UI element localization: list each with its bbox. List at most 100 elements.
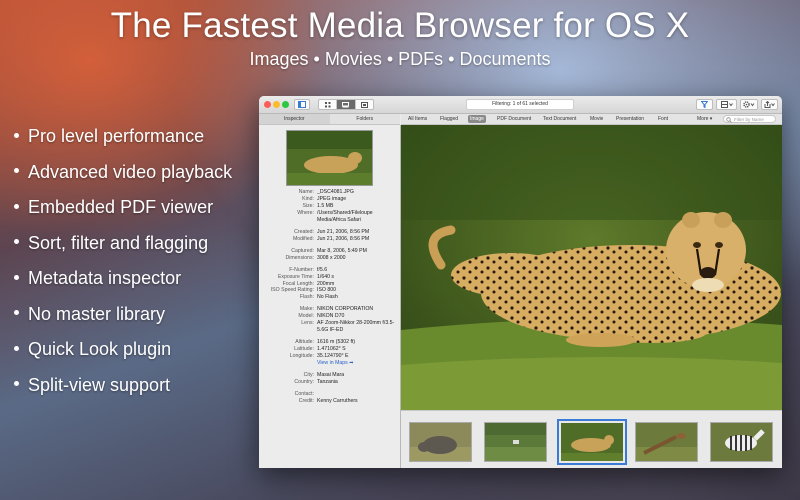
filter-button[interactable] — [696, 99, 713, 110]
filter-pdf-document[interactable]: PDF Document — [495, 115, 533, 123]
inspector-preview — [286, 130, 373, 186]
meta-row: Name: _DSC4081.JPG — [259, 189, 400, 196]
meta-lens: AF Zoom-Nikkor 28-200mm f/3.5-5.6G IF-ED — [317, 320, 395, 334]
meta-focal: 200mm — [317, 280, 335, 287]
search-placeholder: Filter by Name — [734, 117, 764, 122]
meta-row: Lens: AF Zoom-Nikkor 28-200mm f/3.5-5.6G … — [259, 320, 400, 334]
single-view-icon — [360, 101, 368, 108]
tab-folders[interactable]: Folders — [330, 114, 401, 124]
meta-flash: No Flash — [317, 294, 338, 301]
meta-row: Flash: No Flash — [259, 294, 400, 301]
meta-iso: ISO 800 — [317, 287, 337, 294]
feature-item: Sort, filter and flagging — [14, 231, 232, 267]
meta-model: NIKON D70 — [317, 313, 345, 320]
settings-button[interactable] — [740, 99, 758, 110]
filter-movie[interactable]: Movie — [588, 115, 605, 123]
app-window: Filtering: 1 of 61 selected Inspector Fo… — [259, 96, 782, 468]
status-field: Filtering: 1 of 61 selected — [466, 99, 574, 110]
meta-make: NIKON CORPORATION — [317, 306, 374, 313]
main-image-viewer[interactable] — [401, 125, 782, 410]
meta-row: Size: 1.5 MB — [259, 203, 400, 210]
meta-kind: JPEG image — [317, 195, 347, 202]
meta-country: Tanzania — [317, 378, 338, 385]
thumbnail-strip — [401, 410, 782, 468]
grid-view-icon — [324, 101, 331, 107]
gear-icon — [743, 101, 755, 108]
filter-search-field[interactable]: Filter by Name — [723, 115, 776, 123]
sidebar-toggle-icon — [298, 101, 306, 108]
meta-latitude: 1.471062° S — [317, 346, 346, 353]
filter-font[interactable]: Font — [656, 115, 670, 123]
filter-image[interactable]: Image — [468, 115, 486, 123]
meta-size: 1.5 MB — [317, 202, 334, 209]
meta-row: Contact: — [259, 391, 400, 398]
grid-view-button[interactable] — [319, 100, 338, 109]
filter-text-document[interactable]: Text Document — [541, 115, 578, 123]
thumbnail-item[interactable] — [635, 422, 698, 462]
meta-row: Country: Tanzania — [259, 379, 400, 386]
feature-item: No master library — [14, 302, 232, 338]
feature-item: Metadata inspector — [14, 266, 232, 302]
feature-list: Pro level performance Advanced video pla… — [14, 124, 232, 408]
giraffe-thumbnail — [636, 423, 697, 461]
cheetah-thumbnail — [561, 423, 623, 461]
meta-row: Created: Jun 21, 2006, 8:56 PM — [259, 229, 400, 236]
meta-created: Jun 21, 2006, 8:56 PM — [317, 228, 370, 235]
cheetah-preview-image — [287, 131, 372, 185]
bullet — [14, 274, 19, 280]
zoom-button[interactable] — [282, 101, 289, 108]
tab-inspector[interactable]: Inspector — [259, 114, 330, 124]
bullet — [14, 381, 19, 387]
meta-row: View in Maps ➡ — [259, 360, 400, 367]
meta-row: Credit: Kenny Carruthers — [259, 398, 400, 405]
more-filters-button[interactable]: More ▾ — [695, 115, 714, 123]
thumbnail-item-selected[interactable] — [557, 419, 627, 465]
view-in-maps-link[interactable]: View in Maps ➡ — [317, 360, 397, 367]
meta-exposure: 1/640 s — [317, 273, 335, 280]
meta-city: Masai Mara — [317, 372, 345, 379]
meta-row: Model: NIKON D70 — [259, 313, 400, 320]
cheetah-photo — [401, 125, 782, 410]
view-options-icon — [720, 101, 733, 108]
thumbnail-item[interactable] — [710, 422, 773, 462]
filter-funnel-icon — [701, 101, 708, 108]
filmstrip-view-button[interactable] — [337, 100, 356, 109]
share-button[interactable] — [761, 99, 778, 110]
meta-row: Dimensions: 3008 x 2000 — [259, 255, 400, 262]
minimize-button[interactable] — [273, 101, 280, 108]
thumbnail-item[interactable] — [409, 422, 472, 462]
filter-presentation[interactable]: Presentation — [614, 115, 646, 123]
meta-row: Captured: Mar 8, 2006, 5:49 PM — [259, 248, 400, 255]
view-mode-control[interactable] — [318, 99, 374, 110]
filter-flagged[interactable]: Flagged — [438, 115, 460, 123]
meta-row: Where:/Users/Shared/Fileloupe Media/Afri… — [259, 210, 400, 224]
filter-all-items[interactable]: All Items — [406, 115, 429, 123]
meta-row: Longitude: 35.124790° E — [259, 353, 400, 360]
meta-altitude: 1616 m (5302 ft) — [317, 339, 356, 346]
meta-row: Exposure Time: 1/640 s — [259, 274, 400, 281]
sidebar-toggle-button[interactable] — [294, 99, 310, 110]
filter-bar: All Items Flagged Image PDF Document Tex… — [401, 114, 782, 125]
single-view-button[interactable] — [356, 100, 373, 109]
meta-row: Modified: Jun 21, 2006, 8:56 PM — [259, 236, 400, 243]
view-options-button[interactable] — [716, 99, 737, 110]
bullet — [14, 239, 19, 245]
rhino-thumbnail — [410, 423, 471, 461]
bullet — [14, 310, 19, 316]
filmstrip-view-icon — [342, 101, 350, 107]
thumbnail-item[interactable] — [484, 422, 547, 462]
close-button[interactable] — [264, 101, 271, 108]
hero-title: The Fastest Media Browser for OS X — [110, 6, 690, 45]
search-icon — [726, 117, 732, 123]
feature-item: Pro level performance — [14, 124, 232, 160]
title-bar: Filtering: 1 of 61 selected — [259, 96, 782, 114]
meta-captured: Mar 8, 2006, 5:49 PM — [317, 247, 367, 254]
inspector-panel: Name: _DSC4081.JPG Kind: JPEG image Size: 1… — [259, 125, 401, 468]
meta-fnumber: f/5.6 — [317, 266, 328, 273]
meta-row: Make: NIKON CORPORATION — [259, 306, 400, 313]
zebra-thumbnail — [711, 423, 772, 461]
feature-item: Split-view support — [14, 373, 232, 409]
meta-longitude: 35.124790° E — [317, 353, 349, 360]
sidebar-tabs: Inspector Folders — [259, 114, 400, 125]
feature-item: Quick Look plugin — [14, 337, 232, 373]
